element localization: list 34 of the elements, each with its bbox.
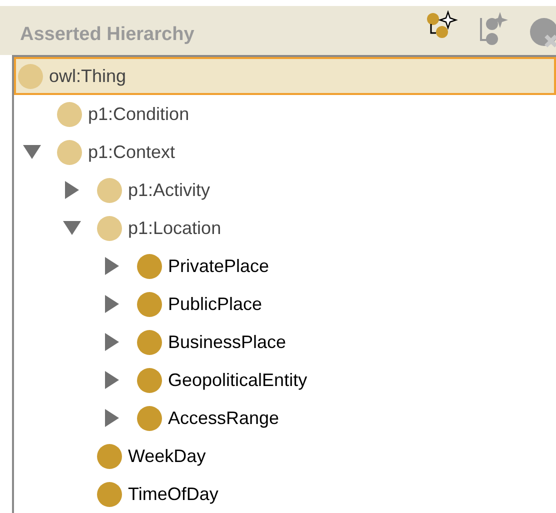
tree-item[interactable]: owl:Thing bbox=[14, 57, 556, 95]
tree-item[interactable]: GeopoliticalEntity bbox=[14, 361, 556, 399]
class-label: AccessRange bbox=[168, 406, 280, 430]
collapsed-triangle-icon[interactable] bbox=[105, 257, 119, 275]
add-subclass-icon[interactable] bbox=[426, 10, 460, 40]
tree-item[interactable]: AccessRange bbox=[14, 399, 556, 437]
collapsed-triangle-icon[interactable] bbox=[105, 333, 119, 351]
tree-item[interactable]: p1:Location bbox=[14, 209, 556, 247]
expanded-triangle-icon[interactable] bbox=[23, 145, 41, 159]
tree-item[interactable]: PublicPlace bbox=[14, 285, 556, 323]
collapsed-triangle-icon[interactable] bbox=[105, 409, 119, 427]
collapsed-triangle-icon[interactable] bbox=[105, 371, 119, 389]
tree-item[interactable]: p1:Context bbox=[14, 133, 556, 171]
collapsed-triangle-icon[interactable] bbox=[105, 295, 119, 313]
expanded-triangle-icon[interactable] bbox=[63, 221, 81, 235]
class-label: p1:Activity bbox=[128, 178, 210, 202]
class-label: p1:Condition bbox=[88, 102, 190, 126]
panel-title: Asserted Hierarchy bbox=[20, 22, 194, 46]
tree-item[interactable]: BusinessPlace bbox=[14, 323, 556, 361]
class-label: p1:Context bbox=[88, 140, 176, 164]
tree-item[interactable]: TimeOfDay bbox=[14, 475, 556, 513]
class-label: PublicPlace bbox=[168, 292, 262, 316]
tree-item[interactable]: p1:Activity bbox=[14, 171, 556, 209]
tree-item[interactable]: p1:Condition bbox=[14, 95, 556, 133]
class-label: GeopoliticalEntity bbox=[168, 368, 308, 392]
collapsed-triangle-icon[interactable] bbox=[65, 181, 79, 199]
class-label: WeekDay bbox=[128, 444, 206, 468]
class-label: BusinessPlace bbox=[168, 330, 286, 354]
class-label: owl:Thing bbox=[49, 64, 126, 88]
class-label: PrivatePlace bbox=[168, 254, 270, 278]
class-label: TimeOfDay bbox=[128, 482, 218, 506]
tree-item[interactable]: WeekDay bbox=[14, 437, 556, 475]
tree-item[interactable]: PrivatePlace bbox=[14, 247, 556, 285]
class-label: p1:Location bbox=[128, 216, 222, 240]
